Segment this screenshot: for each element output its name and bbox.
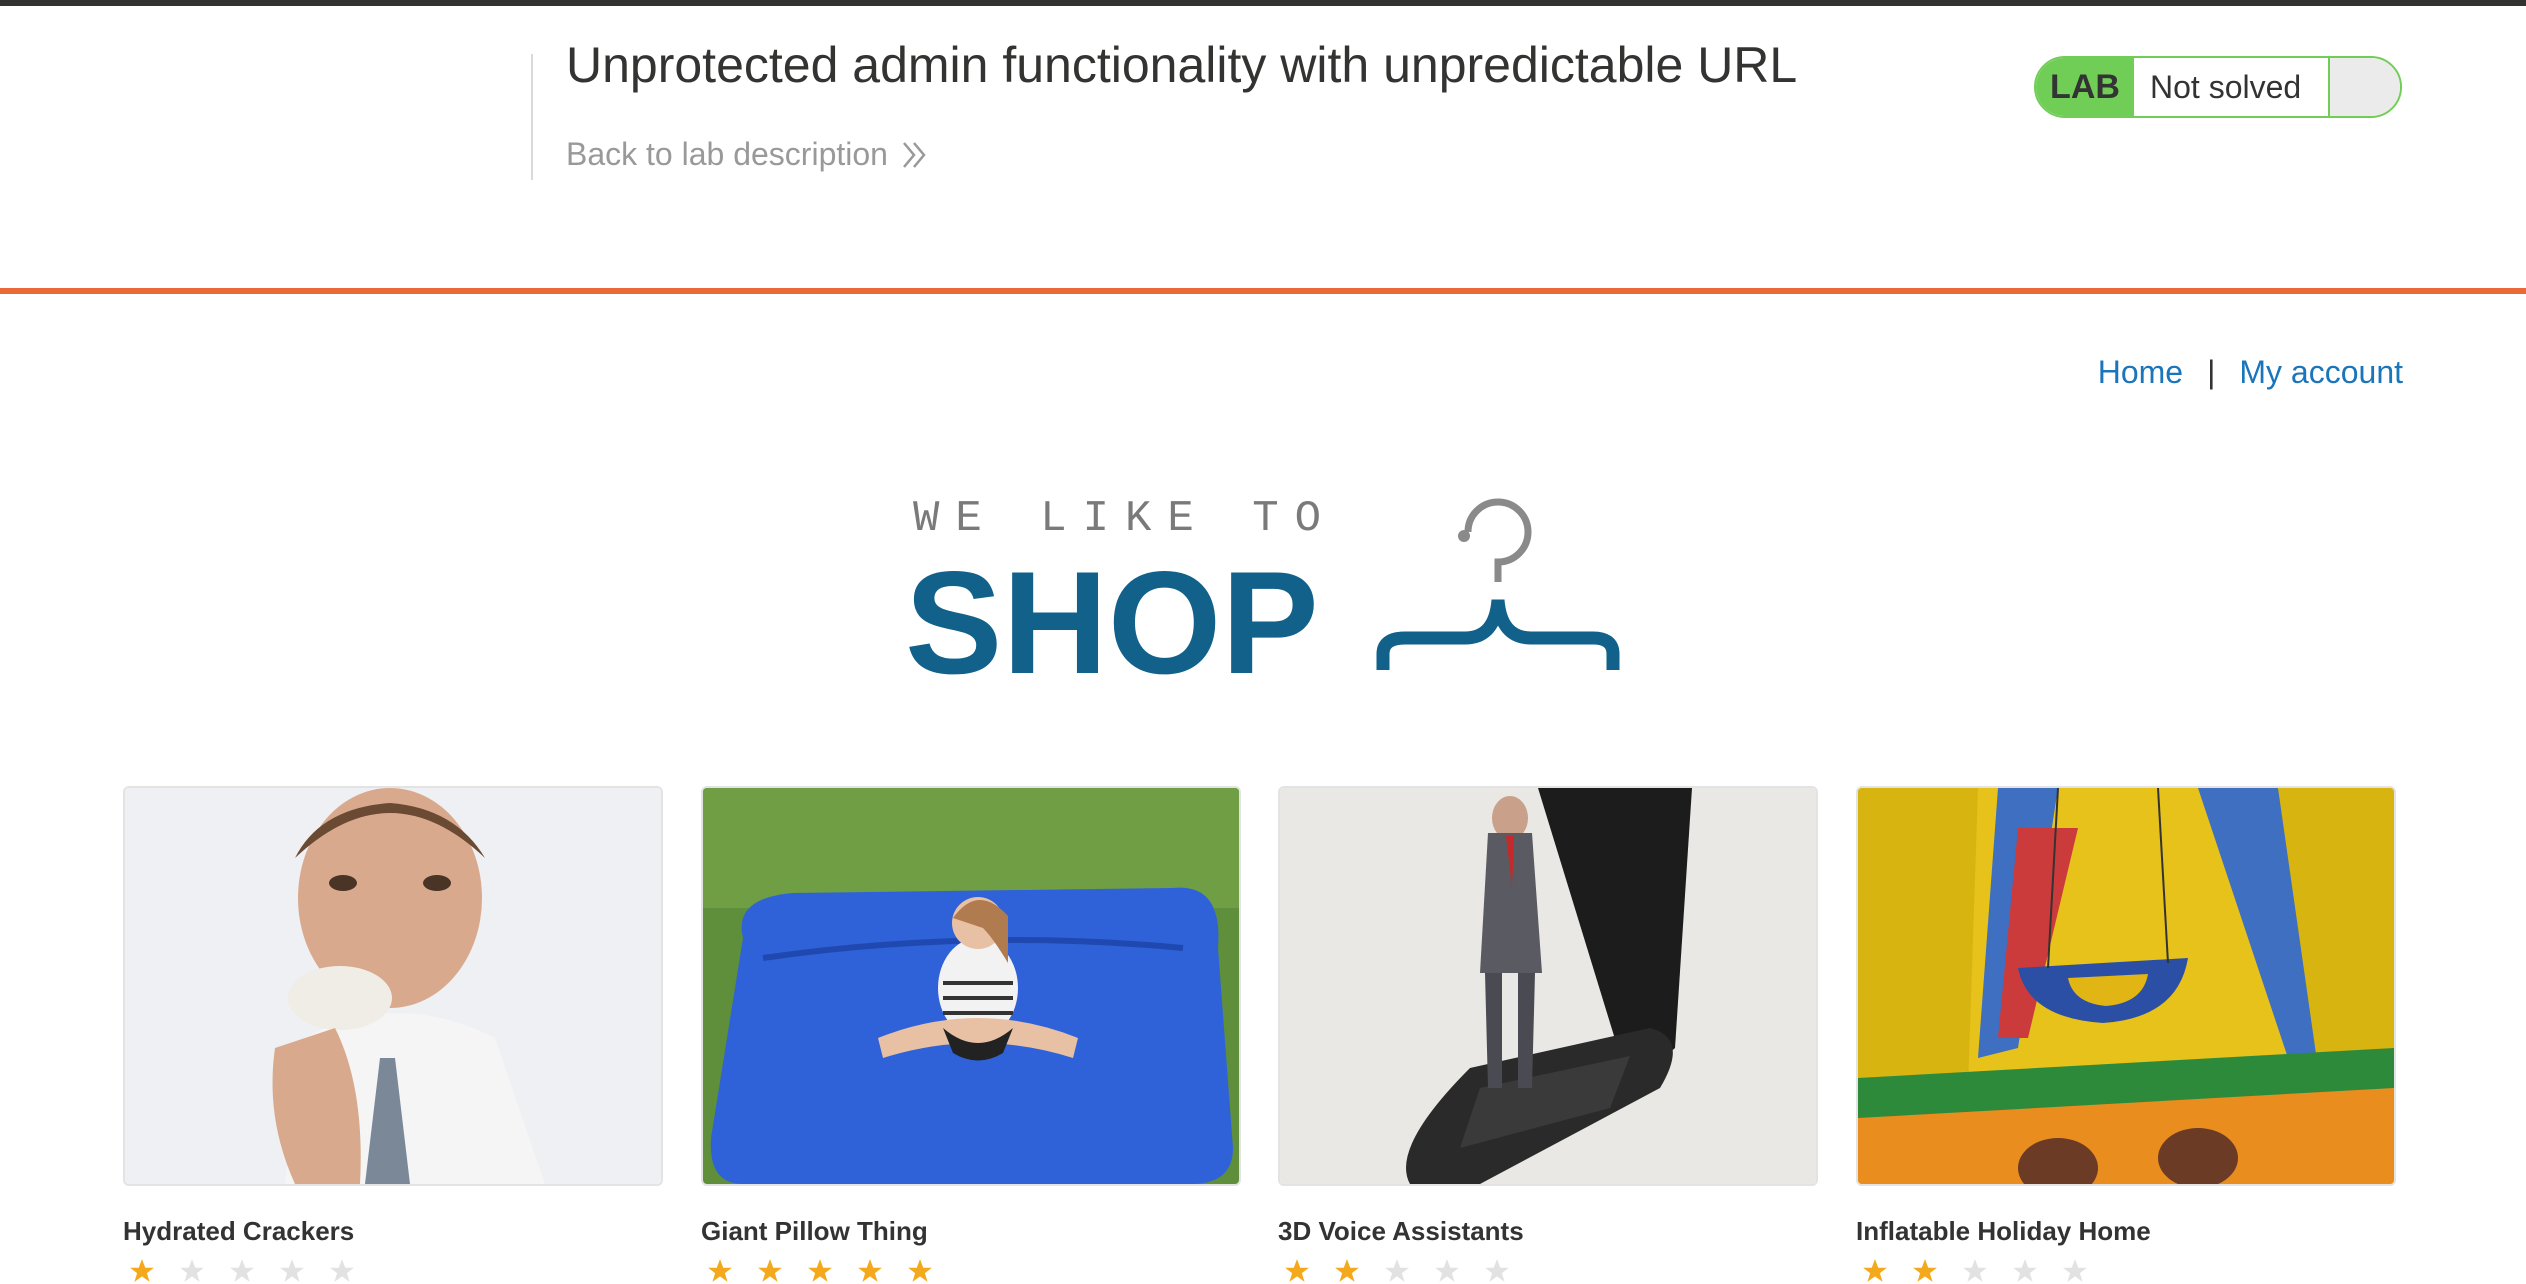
top-nav: Home | My account <box>2098 354 2403 391</box>
star-filled-icon <box>130 1259 154 1282</box>
product-name: Hydrated Crackers <box>123 1216 355 1246</box>
product-card-giant-pillow-thing[interactable]: Giant Pillow Thing <box>701 786 1241 1282</box>
nav-separator: | <box>2207 354 2216 390</box>
lab-status-toggle[interactable] <box>2330 58 2400 116</box>
star-filled-icon <box>1335 1259 1359 1282</box>
product-name: Inflatable Holiday Home <box>1856 1216 2151 1246</box>
logo-shop-text: SHOP <box>905 541 1319 688</box>
lab-header: Unprotected admin functionality with unp… <box>0 6 2526 290</box>
product-rating <box>1862 1258 2088 1284</box>
star-empty-icon <box>230 1259 254 1282</box>
star-empty-icon <box>1385 1259 1409 1282</box>
lab-status-widget[interactable]: LAB Not solved <box>2034 56 2402 118</box>
orange-divider <box>0 288 2526 294</box>
product-card-hydrated-crackers[interactable]: Hydrated Crackers <box>123 786 663 1282</box>
header-divider <box>531 54 533 180</box>
lab-badge: LAB <box>2036 58 2134 116</box>
star-empty-icon <box>330 1259 354 1282</box>
star-filled-icon <box>708 1259 732 1282</box>
back-link-label: Back to lab description <box>566 136 888 172</box>
product-image[interactable] <box>123 786 663 1186</box>
product-rating <box>1284 1258 1510 1284</box>
logo-tagline: WE LIKE TO <box>913 494 1337 544</box>
star-filled-icon <box>1913 1259 1937 1282</box>
product-card-inflatable-holiday-home[interactable]: Inflatable Holiday Home <box>1856 786 2396 1282</box>
hanger-icon <box>1376 498 1620 670</box>
star-filled-icon <box>1863 1259 1887 1282</box>
product-rating <box>129 1258 355 1284</box>
product-name: 3D Voice Assistants <box>1278 1216 1524 1246</box>
star-filled-icon <box>908 1259 932 1282</box>
product-photo <box>1858 788 2394 1184</box>
product-rating <box>707 1258 933 1284</box>
product-image[interactable] <box>701 786 1241 1186</box>
lab-title: Unprotected admin functionality with unp… <box>566 37 1798 93</box>
star-empty-icon <box>280 1259 304 1282</box>
star-empty-icon <box>2063 1259 2087 1282</box>
product-photo <box>1280 788 1816 1184</box>
product-image[interactable] <box>1856 786 2396 1186</box>
star-filled-icon <box>858 1259 882 1282</box>
lab-status-text: Not solved <box>2134 58 2330 116</box>
product-name: Giant Pillow Thing <box>701 1216 928 1246</box>
shop-logo: WE LIKE TO SHOP <box>905 494 1620 688</box>
product-photo <box>125 788 661 1184</box>
star-filled-icon <box>758 1259 782 1282</box>
star-empty-icon <box>1485 1259 1509 1282</box>
product-card-3d-voice-assistants[interactable]: 3D Voice Assistants <box>1278 786 1818 1282</box>
product-image[interactable] <box>1278 786 1818 1186</box>
nav-home-link[interactable]: Home <box>2098 354 2183 391</box>
star-filled-icon <box>808 1259 832 1282</box>
star-empty-icon <box>2013 1259 2037 1282</box>
star-filled-icon <box>1285 1259 1309 1282</box>
back-to-description-link[interactable]: Back to lab description <box>566 136 928 173</box>
star-empty-icon <box>1435 1259 1459 1282</box>
star-empty-icon <box>180 1259 204 1282</box>
double-chevron-right-icon <box>902 141 926 168</box>
star-empty-icon <box>1963 1259 1987 1282</box>
nav-my-account-link[interactable]: My account <box>2239 354 2403 391</box>
product-photo <box>703 788 1239 1184</box>
